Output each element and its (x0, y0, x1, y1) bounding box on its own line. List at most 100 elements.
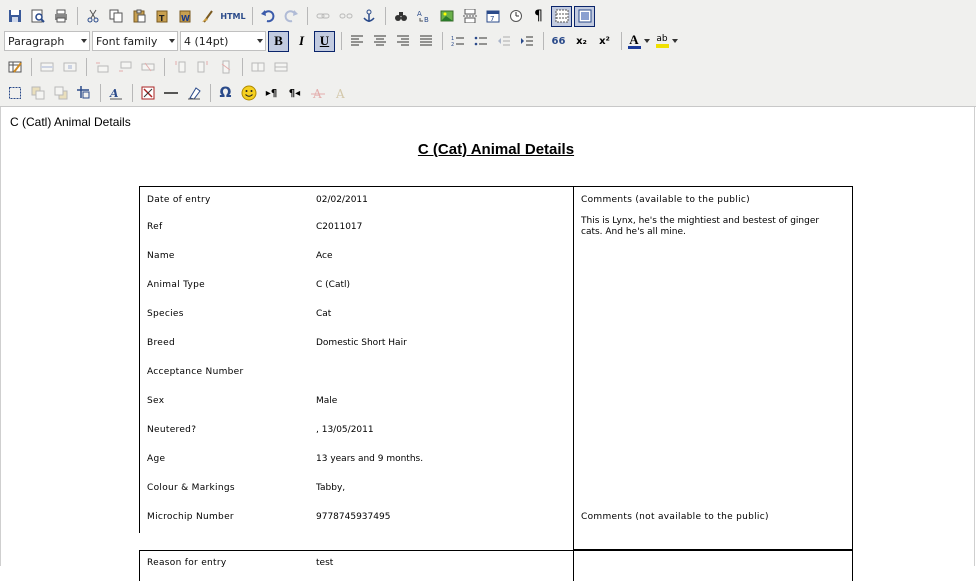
rtl-button[interactable]: ¶◂ (284, 83, 305, 104)
font-size-select[interactable]: 4 (14pt) (180, 31, 266, 51)
insert-image-button[interactable] (436, 6, 457, 27)
italic-button[interactable]: I (291, 31, 312, 52)
subscript-button[interactable]: x₂ (571, 31, 592, 52)
align-justify-button[interactable] (415, 31, 436, 52)
svg-text:2: 2 (451, 42, 454, 47)
preview-button[interactable] (27, 6, 48, 27)
field-value-sex: Male (316, 396, 338, 406)
row-after-button[interactable] (114, 57, 135, 78)
print-button[interactable] (50, 6, 71, 27)
insert-time-button[interactable] (505, 6, 526, 27)
style-props-icon: A (109, 87, 122, 100)
underline-icon: U (319, 33, 330, 48)
delete-row-button[interactable] (137, 57, 158, 78)
move-backward-button[interactable] (50, 83, 71, 104)
fullscreen-button[interactable] (574, 5, 595, 27)
underline-button[interactable]: U (314, 30, 335, 52)
indent-button[interactable] (516, 31, 537, 52)
field-value-ref: C2011017 (316, 222, 363, 232)
anchor-icon (362, 9, 375, 22)
binoculars-icon (394, 12, 407, 21)
separator (164, 58, 165, 76)
show-blocks-button[interactable]: ¶ (528, 6, 549, 27)
col-before-button[interactable] (169, 57, 190, 78)
fullscreen-icon (578, 9, 591, 23)
font-color-dropdown[interactable] (642, 31, 652, 52)
anchor-button[interactable] (358, 6, 379, 27)
absolute-button[interactable] (73, 83, 94, 104)
strikethrough-button[interactable]: A (307, 83, 328, 104)
align-right-button[interactable] (392, 31, 413, 52)
remove-format-button[interactable] (183, 83, 204, 104)
ltr-icon: ▸¶ (265, 87, 278, 99)
field-value-name: Ace (316, 251, 333, 261)
copy-icon (109, 9, 122, 23)
redo-button[interactable] (280, 6, 301, 27)
align-center-button[interactable] (369, 31, 390, 52)
paste-text-button[interactable]: T (151, 6, 172, 27)
insert-table-button[interactable] (4, 57, 25, 78)
font-family-select[interactable]: Font family (92, 31, 178, 51)
outdent-button[interactable] (493, 31, 514, 52)
document-title: C (Cat) Animal Details (417, 141, 575, 158)
horizontal-rule-button[interactable] (160, 83, 181, 104)
outdent-icon (497, 36, 510, 46)
page-break-button[interactable] (459, 6, 480, 27)
insert-date-button[interactable]: 7 (482, 6, 503, 27)
attribs-button[interactable]: A (330, 83, 351, 104)
align-center-icon (373, 35, 386, 46)
print-icon (54, 9, 67, 23)
highlight-button[interactable]: ab (654, 31, 670, 52)
bullet-list-button[interactable] (470, 31, 491, 52)
split-cells-button[interactable] (247, 57, 268, 78)
cite-button[interactable] (137, 83, 158, 104)
save-icon (8, 10, 21, 22)
font-color-swatch (627, 46, 641, 49)
bold-icon: B (274, 33, 283, 48)
col-after-button[interactable] (192, 57, 213, 78)
paste-word-button[interactable]: W (174, 6, 195, 27)
styleprops-button[interactable]: A (105, 83, 126, 104)
bold-button[interactable]: B (268, 30, 289, 52)
delete-col-button[interactable] (215, 57, 236, 78)
italic-icon: I (298, 33, 305, 48)
undo-button[interactable] (257, 6, 278, 27)
field-label-reason: Reason for entry (147, 558, 227, 568)
row-before-button[interactable] (91, 57, 112, 78)
font-color-button[interactable]: A (626, 31, 642, 52)
visual-aid-button[interactable] (551, 5, 572, 27)
editor-content[interactable]: C (Catl) Animal Details C (Cat) Animal D… (0, 107, 975, 581)
align-left-button[interactable] (346, 31, 367, 52)
row-props-button[interactable] (36, 57, 57, 78)
superscript-button[interactable]: x² (594, 31, 615, 52)
emoticons-button[interactable] (238, 83, 259, 104)
find-button[interactable] (390, 6, 411, 27)
merge-cells-button[interactable] (270, 57, 291, 78)
cell-props-button[interactable] (59, 57, 80, 78)
link-button[interactable] (312, 6, 333, 27)
svg-text:7: 7 (490, 15, 494, 23)
highlight-dropdown[interactable] (670, 31, 680, 52)
html-label: HTML (220, 11, 246, 21)
separator (307, 7, 308, 25)
insert-layer-button[interactable] (4, 83, 25, 104)
separator (252, 7, 253, 25)
numbered-list-button[interactable]: 12 (447, 31, 468, 52)
save-button[interactable] (4, 6, 25, 27)
special-char-button[interactable]: Ω (215, 83, 236, 104)
rtl-icon: ¶◂ (288, 87, 301, 99)
html-source-button[interactable]: HTML (220, 6, 246, 27)
move-forward-button[interactable] (27, 83, 48, 104)
paste-button[interactable] (128, 6, 149, 27)
replace-button[interactable]: AB (413, 6, 434, 27)
unlink-button[interactable] (335, 6, 356, 27)
ltr-button[interactable]: ▸¶ (261, 83, 282, 104)
cleanup-button[interactable] (197, 6, 218, 27)
cut-button[interactable] (82, 6, 103, 27)
table-edit-icon (8, 61, 22, 73)
copy-button[interactable] (105, 6, 126, 27)
format-select[interactable]: Paragraph (4, 31, 90, 51)
svg-text:W: W (181, 14, 190, 23)
blockquote-button[interactable]: 66 (548, 31, 569, 52)
delete-row-icon (141, 62, 154, 72)
